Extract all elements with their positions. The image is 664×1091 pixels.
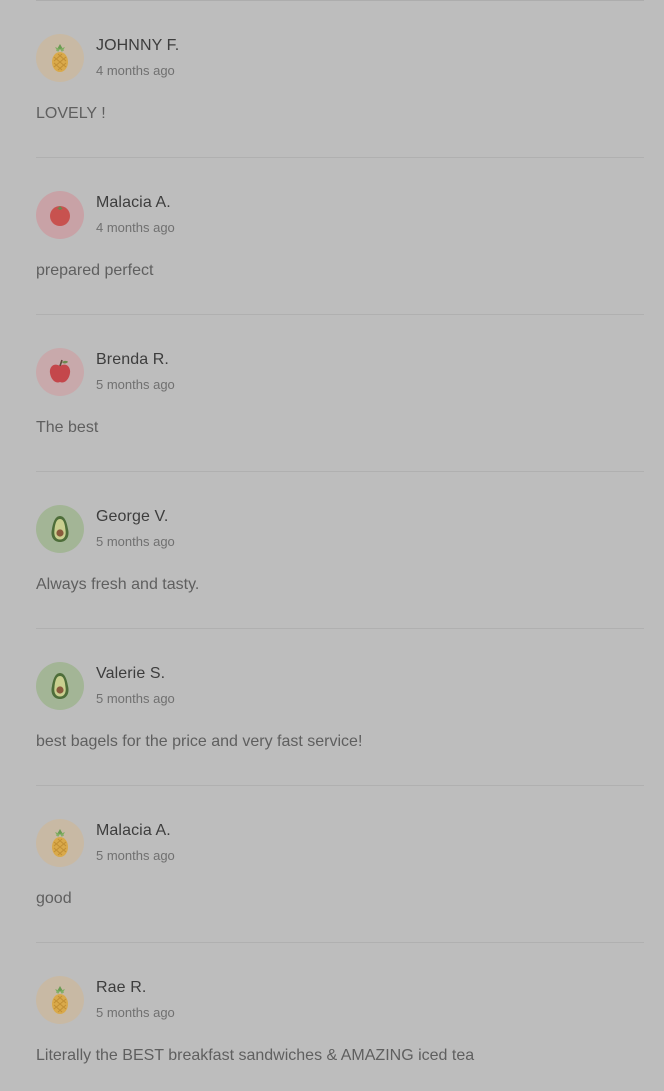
review-text: Always fresh and tasty. — [36, 576, 200, 593]
avatar — [36, 976, 84, 1024]
review-time: 4 months ago — [96, 63, 175, 78]
reviewer-name: Rae R. — [96, 979, 147, 996]
reviews-page: JOHNNY F. 4 months ago LOVELY ! Malacia … — [0, 0, 664, 1091]
avocado-icon — [51, 673, 69, 699]
tomato-icon — [50, 206, 70, 226]
reviewer-name: Valerie S. — [96, 665, 166, 682]
reviewer-name: Malacia A. — [96, 194, 171, 211]
review-item: George V. 5 months ago Always fresh and … — [36, 472, 644, 629]
review-time: 5 months ago — [96, 534, 175, 549]
reviewer-name: George V. — [96, 508, 169, 525]
review-text: prepared perfect — [36, 262, 154, 279]
review-item: JOHNNY F. 4 months ago LOVELY ! — [36, 1, 644, 158]
reviewer-name: Malacia A. — [96, 822, 171, 839]
review-item: Valerie S. 5 months ago best bagels for … — [36, 629, 644, 786]
avatar — [36, 348, 84, 396]
avocado-icon — [51, 516, 69, 542]
review-time: 4 months ago — [96, 220, 175, 235]
review-time: 5 months ago — [96, 377, 175, 392]
avatar — [36, 505, 84, 553]
review-time: 5 months ago — [96, 1005, 175, 1020]
review-text: LOVELY ! — [36, 105, 106, 122]
review-time: 5 months ago — [96, 848, 175, 863]
avatar — [36, 819, 84, 867]
review-text: best bagels for the price and very fast … — [36, 733, 363, 750]
review-item: Rae R. 5 months ago Literally the BEST b… — [36, 943, 644, 1091]
review-item: Brenda R. 5 months ago The best — [36, 315, 644, 472]
apple-icon — [49, 359, 71, 383]
avatar — [36, 191, 84, 239]
avatar — [36, 34, 84, 82]
reviewer-name: Brenda R. — [96, 351, 169, 368]
review-item: Malacia A. 5 months ago good — [36, 786, 644, 943]
review-text: The best — [36, 419, 99, 436]
avatar — [36, 662, 84, 710]
pineapple-icon — [52, 829, 68, 857]
pineapple-icon — [52, 986, 68, 1014]
review-text: good — [36, 890, 72, 907]
reviewer-name: JOHNNY F. — [96, 37, 180, 54]
pineapple-icon — [52, 44, 68, 72]
review-item: Malacia A. 4 months ago prepared perfect — [36, 158, 644, 315]
review-text: Literally the BEST breakfast sandwiches … — [36, 1047, 475, 1064]
review-time: 5 months ago — [96, 691, 175, 706]
